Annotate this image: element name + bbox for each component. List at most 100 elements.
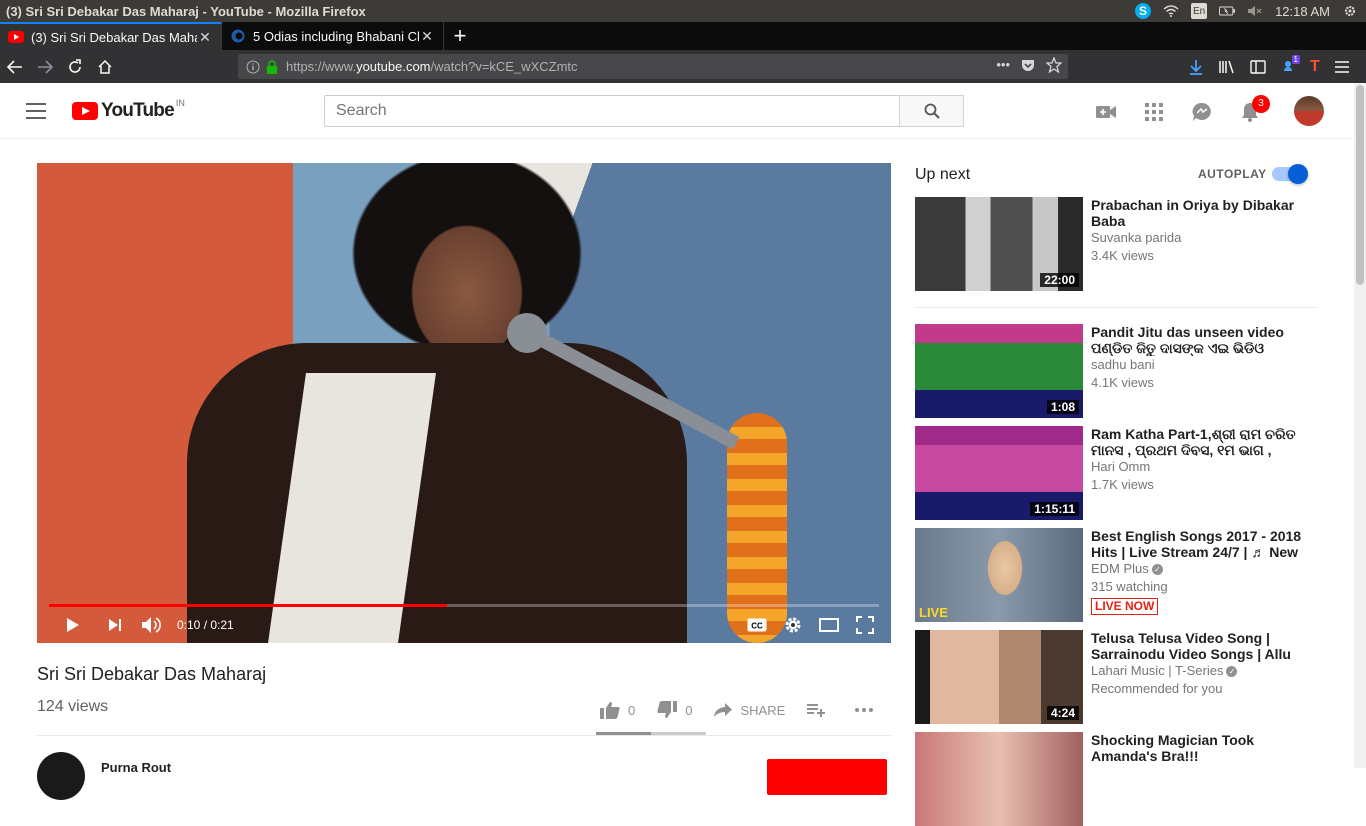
video-duration: 4:24: [1046, 706, 1079, 720]
video-thumbnail[interactable]: 4:24: [915, 630, 1083, 724]
live-thumbnail-label: LIVE: [919, 605, 948, 620]
video-thumbnail[interactable]: 22:00: [915, 197, 1083, 291]
account-avatar[interactable]: [1294, 96, 1324, 126]
url-bar[interactable]: https://www.youtube.com/watch?v=kCE_wXCZ…: [238, 54, 1068, 79]
forward-arrow-icon[interactable]: [30, 52, 60, 82]
new-tab-plus-icon[interactable]: +: [444, 22, 476, 50]
browser-nav-bar: https://www.youtube.com/watch?v=kCE_wXCZ…: [0, 50, 1366, 83]
skype-icon[interactable]: S: [1135, 3, 1152, 19]
fullscreen-button[interactable]: [851, 613, 879, 637]
page-info-icon[interactable]: [246, 60, 260, 74]
theater-mode-button[interactable]: [815, 613, 843, 637]
next-icon: [109, 619, 121, 631]
next-button[interactable]: [101, 613, 129, 637]
tab-close-icon[interactable]: ✕: [197, 29, 213, 46]
add-to-playlist-button[interactable]: [807, 703, 833, 717]
tab-label: (3) Sri Sri Debakar Das Maharaj - YouTub…: [31, 29, 197, 45]
video-player[interactable]: 0:10 / 0:21 CC: [37, 163, 891, 643]
toolbar-right: 1 T: [1188, 50, 1350, 83]
search-input[interactable]: [324, 95, 900, 127]
reload-icon[interactable]: [60, 52, 90, 82]
messages-icon[interactable]: [1191, 101, 1213, 123]
youtube-logo[interactable]: YouTube IN: [72, 98, 185, 122]
secure-lock-icon[interactable]: [266, 59, 278, 74]
up-next-item[interactable]: 1:15:11 Ram Katha Part-1,ଶ୍ରୀ ରାମ ଚରିତ ମ…: [915, 426, 1317, 520]
video-item-title[interactable]: Shocking Magician Took Amanda's Bra!!!: [1091, 732, 1315, 764]
play-icon: [67, 618, 79, 632]
video-duration: 1:15:11: [1030, 502, 1079, 516]
guide-menu-icon[interactable]: [26, 103, 46, 119]
video-views: 1.7K views: [1091, 477, 1154, 492]
mute-button[interactable]: [137, 613, 165, 637]
sidebar-toggle-icon[interactable]: [1250, 59, 1266, 74]
create-video-icon[interactable]: [1095, 101, 1117, 123]
subscribe-button[interactable]: [767, 759, 887, 795]
video-item-title[interactable]: Prabachan in Oriya by Dibakar Baba: [1091, 197, 1315, 229]
menu-hamburger-icon[interactable]: [1334, 60, 1350, 74]
clock[interactable]: 12:18 AM: [1275, 4, 1330, 19]
search-button[interactable]: [899, 95, 964, 127]
logo-text: YouTube: [101, 100, 175, 121]
video-item-title[interactable]: Pandit Jitu das unseen video ପଣ୍ଡିତ ଜିତୁ…: [1091, 324, 1315, 356]
time-display: 0:10 / 0:21: [177, 618, 234, 632]
video-info: Telusa Telusa Video Song | Sarrainodu Vi…: [1091, 630, 1315, 698]
video-channel: Hari Omm: [1091, 459, 1151, 474]
library-icon[interactable]: [1218, 59, 1236, 75]
system-menu-gear-icon[interactable]: [1342, 3, 1358, 19]
video-actions: 0 0 SHARE: [600, 698, 903, 722]
tab-news-article[interactable]: 5 Odias including Bhabani Charan ✕: [222, 22, 444, 50]
page-actions-more-icon[interactable]: •••: [996, 57, 1010, 73]
url-text[interactable]: https://www.youtube.com/watch?v=kCE_wXCZ…: [286, 59, 578, 74]
text-extension-icon[interactable]: T: [1310, 58, 1320, 76]
theater-mode-icon: [819, 618, 839, 632]
video-thumbnail[interactable]: 1:15:11: [915, 426, 1083, 520]
progress-bar[interactable]: [49, 604, 879, 607]
pocket-icon[interactable]: [1020, 57, 1036, 73]
autoplay-toggle-knob[interactable]: [1288, 164, 1308, 184]
tab-close-icon[interactable]: ✕: [419, 28, 435, 45]
extension-icon[interactable]: 1: [1280, 54, 1300, 75]
wifi-icon[interactable]: [1163, 3, 1179, 19]
apps-grid-icon[interactable]: [1143, 101, 1165, 123]
like-button[interactable]: 0: [600, 701, 635, 719]
os-top-bar: (3) Sri Sri Debakar Das Maharaj - YouTub…: [0, 0, 1366, 22]
keyboard-layout-indicator[interactable]: En: [1191, 3, 1208, 19]
video-views: 4.1K views: [1091, 375, 1154, 390]
page-scrollbar[interactable]: [1354, 83, 1366, 768]
battery-icon[interactable]: [1219, 3, 1236, 19]
volume-muted-icon[interactable]: [1247, 3, 1263, 19]
dislike-button[interactable]: 0: [657, 701, 692, 719]
like-count: 0: [628, 702, 636, 718]
back-arrow-icon[interactable]: [0, 52, 30, 82]
share-button[interactable]: SHARE: [714, 702, 785, 718]
up-next-item[interactable]: Shocking Magician Took Amanda's Bra!!!: [915, 732, 1317, 826]
verified-check-icon: ✓: [1151, 564, 1163, 576]
up-next-item[interactable]: LIVE Best English Songs 2017 - 2018 Hits…: [915, 528, 1317, 622]
downloads-icon[interactable]: [1188, 59, 1204, 75]
thumbs-down-icon: [657, 701, 678, 718]
up-next-item[interactable]: 22:00 Prabachan in Oriya by Dibakar Baba…: [915, 197, 1317, 291]
video-item-title[interactable]: Best English Songs 2017 - 2018 Hits | Li…: [1091, 528, 1315, 560]
bookmark-star-icon[interactable]: [1046, 57, 1062, 73]
subtitles-button[interactable]: CC: [743, 613, 771, 637]
play-button[interactable]: [59, 613, 87, 637]
video-duration: 1:08: [1046, 400, 1079, 414]
share-arrow-icon: [714, 703, 733, 717]
scrollbar-thumb[interactable]: [1356, 85, 1364, 285]
channel-avatar[interactable]: [37, 752, 85, 800]
video-thumbnail[interactable]: LIVE: [915, 528, 1083, 622]
up-next-item[interactable]: 4:24 Telusa Telusa Video Song | Sarraino…: [915, 630, 1317, 724]
video-info: Shocking Magician Took Amanda's Bra!!!: [1091, 732, 1315, 764]
more-actions-button[interactable]: [855, 708, 881, 712]
settings-button[interactable]: [779, 613, 807, 637]
video-thumbnail[interactable]: 1:08: [915, 324, 1083, 418]
search-icon: [924, 103, 940, 119]
youtube-header: YouTube IN 3: [0, 83, 1354, 139]
home-icon[interactable]: [90, 52, 120, 82]
video-item-title[interactable]: Telusa Telusa Video Song | Sarrainodu Vi…: [1091, 630, 1315, 662]
tab-youtube-video[interactable]: (3) Sri Sri Debakar Das Maharaj - YouTub…: [0, 22, 222, 50]
video-thumbnail[interactable]: [915, 732, 1083, 826]
video-item-title[interactable]: Ram Katha Part-1,ଶ୍ରୀ ରାମ ଚରିତ ମାନସ , ପ୍…: [1091, 426, 1315, 458]
up-next-item[interactable]: 1:08 Pandit Jitu das unseen video ପଣ୍ଡିତ…: [915, 324, 1317, 418]
video-channel: Lahari Music | T-Series ✓: [1091, 662, 1315, 680]
